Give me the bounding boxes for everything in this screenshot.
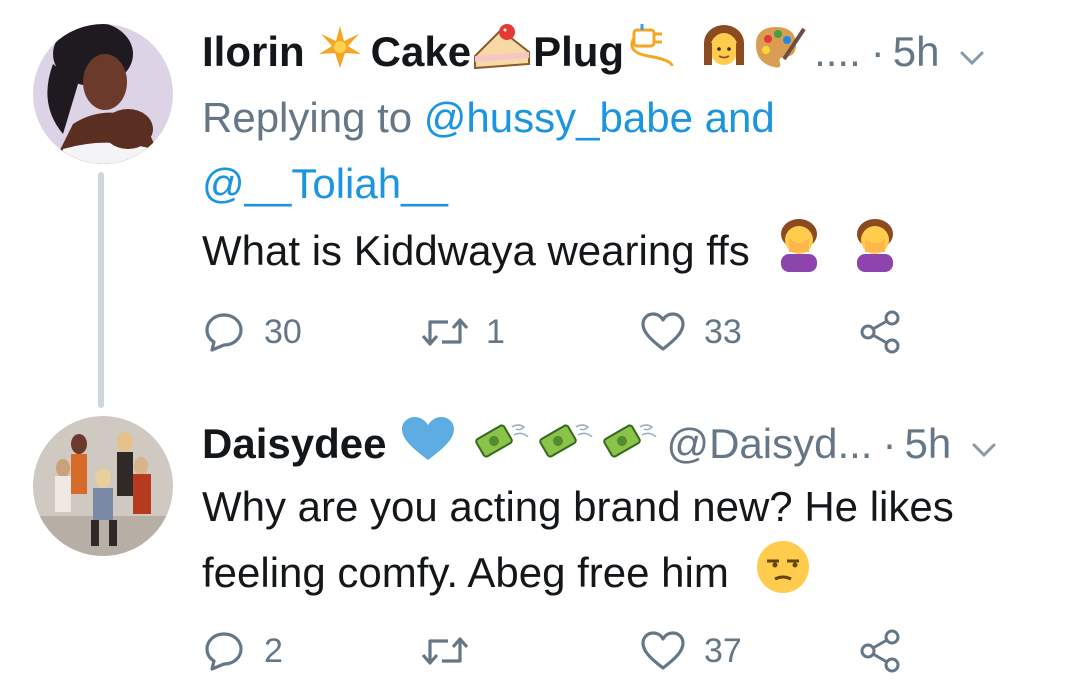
tweet-body: What is Kiddwaya wearing ffs — [202, 227, 750, 275]
reply-button[interactable]: 2 — [202, 626, 283, 676]
tweet-2-actions: 2 37 — [202, 626, 922, 676]
tweet-text: What is Kiddwaya wearing ffs — [202, 218, 899, 290]
mention-link[interactable]: @__Toliah__ — [202, 160, 448, 207]
display-name[interactable]: Daisydee — [202, 420, 386, 468]
tweet-body-line-2: feeling comfy. Abeg free him — [202, 549, 729, 597]
tweet-timestamp[interactable]: 5h — [893, 28, 940, 76]
flying-money-icon — [472, 417, 530, 471]
reply-count: 2 — [264, 631, 283, 670]
share-icon — [860, 629, 900, 673]
retweet-count: 1 — [486, 312, 505, 351]
tweet-1-header: Ilorin Cake Plug .... · 5h — [202, 22, 985, 82]
chevron-down-icon[interactable] — [959, 28, 985, 76]
share-button[interactable] — [858, 626, 904, 676]
retweet-icon — [421, 318, 469, 346]
share-button[interactable] — [858, 307, 904, 357]
unamused-face-icon — [755, 539, 811, 613]
retweet-button[interactable] — [420, 626, 488, 676]
replying-to-line-2: @__Toliah__ — [202, 158, 448, 210]
tweet-1-actions: 30 1 33 — [202, 307, 922, 357]
woman-emoji-icon — [700, 23, 748, 81]
share-icon — [860, 310, 900, 354]
reply-icon — [205, 313, 243, 352]
like-button[interactable]: 33 — [640, 307, 742, 357]
like-count: 37 — [704, 631, 742, 670]
name-ellipsis: .... — [814, 28, 861, 75]
cake-icon — [471, 22, 533, 82]
display-name[interactable]: Ilorin — [202, 28, 305, 76]
display-name-part-cake: Cake — [370, 28, 472, 75]
retweet-button[interactable]: 1 — [420, 307, 505, 357]
reply-count: 30 — [264, 312, 302, 351]
avatar-daisydee[interactable] — [33, 416, 173, 556]
replying-to-label: Replying to — [202, 94, 413, 141]
like-button[interactable]: 37 — [640, 626, 742, 676]
separator-dot: · — [870, 28, 885, 75]
tweet-text: Why are you acting brand new? He likes f… — [202, 475, 954, 613]
mention-and[interactable]: and — [705, 94, 775, 141]
flying-money-icon — [600, 417, 658, 471]
mention-link[interactable]: @hussy_babe — [424, 94, 693, 141]
flying-money-icon — [536, 417, 594, 471]
sparkle-icon — [317, 24, 363, 80]
reply-button[interactable]: 30 — [202, 307, 302, 357]
plug-icon — [628, 22, 684, 82]
user-handle[interactable]: @Daisyd... — [666, 420, 872, 468]
tweet-timestamp[interactable]: 5h — [904, 420, 951, 468]
separator-dot: · — [882, 420, 897, 467]
reply-icon — [205, 632, 243, 671]
palette-icon — [754, 23, 806, 81]
avatar-ilorin[interactable] — [33, 24, 173, 164]
blue-heart-icon — [400, 415, 456, 473]
like-count: 33 — [704, 312, 742, 351]
tweet-body-line-1: Why are you acting brand new? He likes — [202, 483, 954, 530]
tweet-body-line-2-wrap: feeling comfy. Abeg free him — [202, 539, 954, 613]
facepalm-emoji-icon — [775, 218, 823, 290]
facepalm-emoji-icon — [851, 218, 899, 290]
tweet-2-header: Daisydee @Daisyd... · 5h — [202, 414, 997, 474]
replying-to: Replying to @hussy_babe and — [202, 92, 775, 144]
display-name-part-plug: Plug — [533, 28, 625, 75]
heart-icon — [641, 631, 685, 670]
retweet-icon — [421, 637, 469, 665]
heart-icon — [641, 312, 685, 351]
thread-connector-line — [98, 172, 104, 408]
chevron-down-icon[interactable] — [971, 420, 997, 468]
